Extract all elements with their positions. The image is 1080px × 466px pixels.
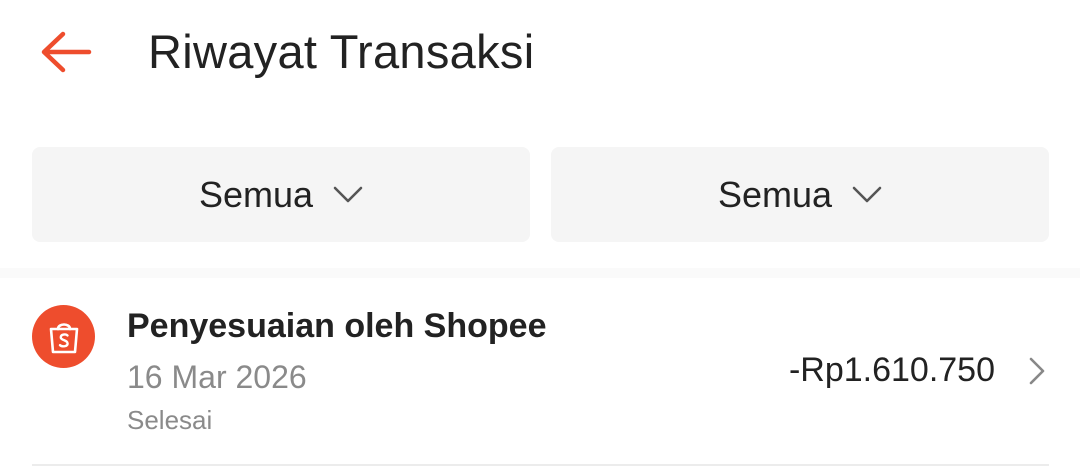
transaction-date: 16 Mar 2026 xyxy=(127,359,307,395)
shopee-bag-icon xyxy=(32,305,95,368)
chevron-down-icon xyxy=(852,186,882,202)
filter-bar: Semua Semua xyxy=(32,147,1049,242)
filter-label: Semua xyxy=(198,173,314,215)
transaction-row[interactable]: Penyesuaian oleh Shopee 16 Mar 2026 Sele… xyxy=(0,278,1080,466)
chevron-down-icon xyxy=(333,186,363,202)
filter-label: Semua xyxy=(717,173,833,215)
page-title: Riwayat Transaksi xyxy=(148,25,535,78)
filter-dropdown-2[interactable]: Semua xyxy=(551,147,1049,242)
chevron-right-icon xyxy=(1029,357,1045,385)
section-divider xyxy=(0,268,1080,278)
transaction-amount: -Rp1.610.750 xyxy=(788,351,995,389)
back-button[interactable] xyxy=(30,22,100,82)
transaction-title: Penyesuaian oleh Shopee xyxy=(127,307,547,345)
filter-dropdown-1[interactable]: Semua xyxy=(32,147,530,242)
app-header: Riwayat Transaksi xyxy=(0,0,1080,110)
transaction-status: Selesai xyxy=(127,405,213,435)
arrow-left-icon xyxy=(41,31,92,73)
